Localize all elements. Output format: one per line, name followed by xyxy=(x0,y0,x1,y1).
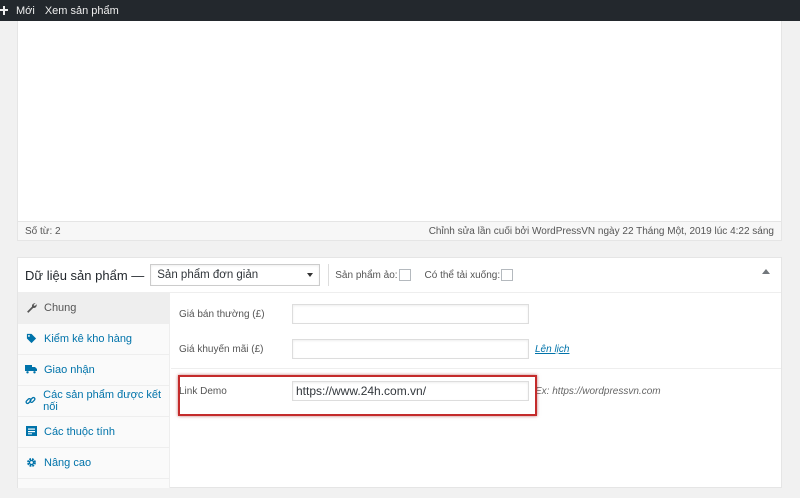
tab-label: Các sản phẩm được kết nối xyxy=(43,389,162,413)
collapse-toggle-icon[interactable] xyxy=(762,269,770,274)
tab-advanced[interactable]: Nâng cao xyxy=(18,448,169,479)
tab-inventory[interactable]: Kiểm kê kho hàng xyxy=(18,324,169,355)
tab-linked-products[interactable]: Các sản phẩm được kết nối xyxy=(18,386,169,417)
tab-label: Giao nhận xyxy=(44,364,95,376)
downloadable-option: Có thể tải xuống: xyxy=(425,269,514,281)
product-data-header: Dữ liệu sản phẩm — Sản phẩm đơn giản Sản… xyxy=(18,258,781,293)
virtual-checkbox[interactable] xyxy=(398,269,411,281)
sale-price-row: Giá khuyến mãi (£) Lên lịch xyxy=(171,338,781,360)
product-data-title: Dữ liệu sản phẩm — xyxy=(25,267,145,283)
general-fields: Giá bán thường (£) Giá khuyến mãi (£) Lê… xyxy=(171,293,781,488)
new-button[interactable]: Mới xyxy=(16,5,35,17)
content-editor[interactable] xyxy=(17,21,782,221)
view-product-link[interactable]: Xem sản phẩm xyxy=(45,5,119,17)
highlight-box xyxy=(178,375,537,416)
tab-general[interactable]: Chung xyxy=(18,293,169,324)
section-divider xyxy=(171,368,781,369)
regular-price-input[interactable] xyxy=(292,304,529,324)
list-icon xyxy=(25,426,37,438)
header-divider xyxy=(328,264,330,286)
product-type-value: Sản phẩm đơn giản xyxy=(157,269,259,281)
tab-label: Chung xyxy=(44,302,77,314)
virtual-label: Sản phẩm ảo: xyxy=(335,269,398,281)
sale-price-input[interactable] xyxy=(292,339,529,359)
tab-shipping[interactable]: Giao nhận xyxy=(18,355,169,386)
plus-icon[interactable] xyxy=(0,6,8,15)
sale-price-label: Giá khuyến mãi (£) xyxy=(179,343,264,355)
tab-attributes[interactable]: Các thuộc tính xyxy=(18,417,169,448)
tab-label: Kiểm kê kho hàng xyxy=(44,333,133,345)
last-edit-info: Chỉnh sửa lần cuối bởi WordPressVN ngày … xyxy=(428,225,774,237)
link-icon xyxy=(25,395,36,407)
product-type-select[interactable]: Sản phẩm đơn giản xyxy=(150,264,321,286)
downloadable-checkbox[interactable] xyxy=(501,269,514,281)
gear-icon xyxy=(25,457,37,469)
schedule-link[interactable]: Lên lịch xyxy=(535,344,569,355)
product-data-box: Dữ liệu sản phẩm — Sản phẩm đơn giản Sản… xyxy=(17,257,782,488)
wrench-icon xyxy=(25,302,37,314)
tab-label: Các thuộc tính xyxy=(44,426,115,438)
virtual-option: Sản phẩm ảo: xyxy=(335,269,411,281)
admin-bar: Mới Xem sản phẩm xyxy=(0,0,800,21)
downloadable-label: Có thể tải xuống: xyxy=(424,269,501,281)
product-data-tabs: Chung Kiểm kê kho hàng Giao nhận Các sản… xyxy=(18,293,170,488)
word-count: Số từ: 2 xyxy=(25,225,61,237)
editor-status-bar: Số từ: 2 Chỉnh sửa lần cuối bởi WordPres… xyxy=(17,221,782,241)
regular-price-row: Giá bán thường (£) xyxy=(171,303,781,325)
tab-label: Nâng cao xyxy=(44,457,92,469)
truck-icon xyxy=(25,364,37,376)
chevron-down-icon xyxy=(307,273,314,277)
regular-price-label: Giá bán thường (£) xyxy=(179,308,265,320)
demo-link-hint: Ex: https://wordpressvn.com xyxy=(535,385,661,397)
tag-icon xyxy=(25,333,37,345)
